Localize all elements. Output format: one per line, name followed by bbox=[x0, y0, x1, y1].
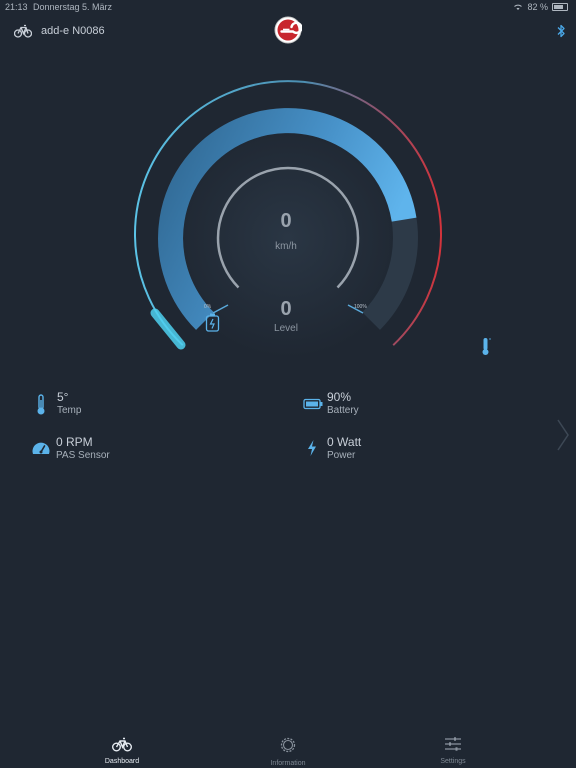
bike-icon[interactable] bbox=[14, 24, 32, 38]
battery-value: 90% bbox=[327, 390, 352, 404]
device-name[interactable]: add-e N0086 bbox=[41, 25, 105, 37]
tab-information[interactable]: Information bbox=[248, 736, 328, 767]
status-time: 21:13 bbox=[5, 2, 28, 12]
battery-icon bbox=[303, 398, 323, 410]
thermometer-icon bbox=[482, 338, 491, 355]
pas-label: PAS Sensor bbox=[56, 450, 110, 461]
speedometer-icon bbox=[32, 442, 50, 454]
status-battery-icon bbox=[552, 3, 568, 11]
brand-logo bbox=[274, 16, 302, 44]
lightning-icon bbox=[308, 440, 316, 456]
min-percent-label: 0% bbox=[204, 304, 212, 310]
level-value: 0 bbox=[280, 298, 292, 320]
temp-label: Temp bbox=[57, 405, 82, 416]
bluetooth-icon[interactable] bbox=[556, 24, 566, 38]
metric-temp: 5° Temp bbox=[35, 390, 81, 418]
tab-dashboard[interactable]: Dashboard bbox=[82, 736, 162, 765]
tab-settings[interactable]: Settings bbox=[413, 736, 493, 765]
sliders-icon bbox=[445, 737, 461, 751]
tab-settings-label: Settings bbox=[440, 758, 466, 765]
metric-power: 0 Watt Power bbox=[306, 435, 361, 463]
tab-dashboard-label: Dashboard bbox=[104, 758, 140, 765]
speed-unit: km/h bbox=[275, 241, 297, 252]
bike-icon bbox=[112, 737, 132, 752]
metric-battery: 90% Battery bbox=[303, 390, 359, 418]
pas-value: 0 RPM bbox=[56, 435, 93, 449]
temp-value: 5° bbox=[57, 390, 69, 404]
status-bar: 21:13 Donnerstag 5. März 82 % bbox=[0, 0, 576, 14]
outer-start-glow bbox=[150, 308, 186, 350]
metric-pas: 0 RPM PAS Sensor bbox=[31, 435, 110, 463]
gear-icon bbox=[280, 737, 296, 753]
thermometer-icon bbox=[37, 394, 45, 415]
level-label: Level bbox=[274, 323, 298, 334]
status-date: Donnerstag 5. März bbox=[33, 2, 113, 12]
battery-label: Battery bbox=[327, 405, 359, 416]
power-value: 0 Watt bbox=[327, 435, 362, 449]
max-percent-label: 100% bbox=[354, 304, 367, 310]
speed-value: 0 bbox=[280, 210, 292, 232]
status-right: 82 % bbox=[513, 2, 568, 12]
tab-information-label: Information bbox=[270, 760, 306, 767]
wifi-icon bbox=[514, 4, 523, 10]
power-label: Power bbox=[327, 450, 356, 461]
status-battery-percent: 82 % bbox=[527, 2, 548, 12]
chevron-right-icon[interactable] bbox=[556, 418, 570, 452]
